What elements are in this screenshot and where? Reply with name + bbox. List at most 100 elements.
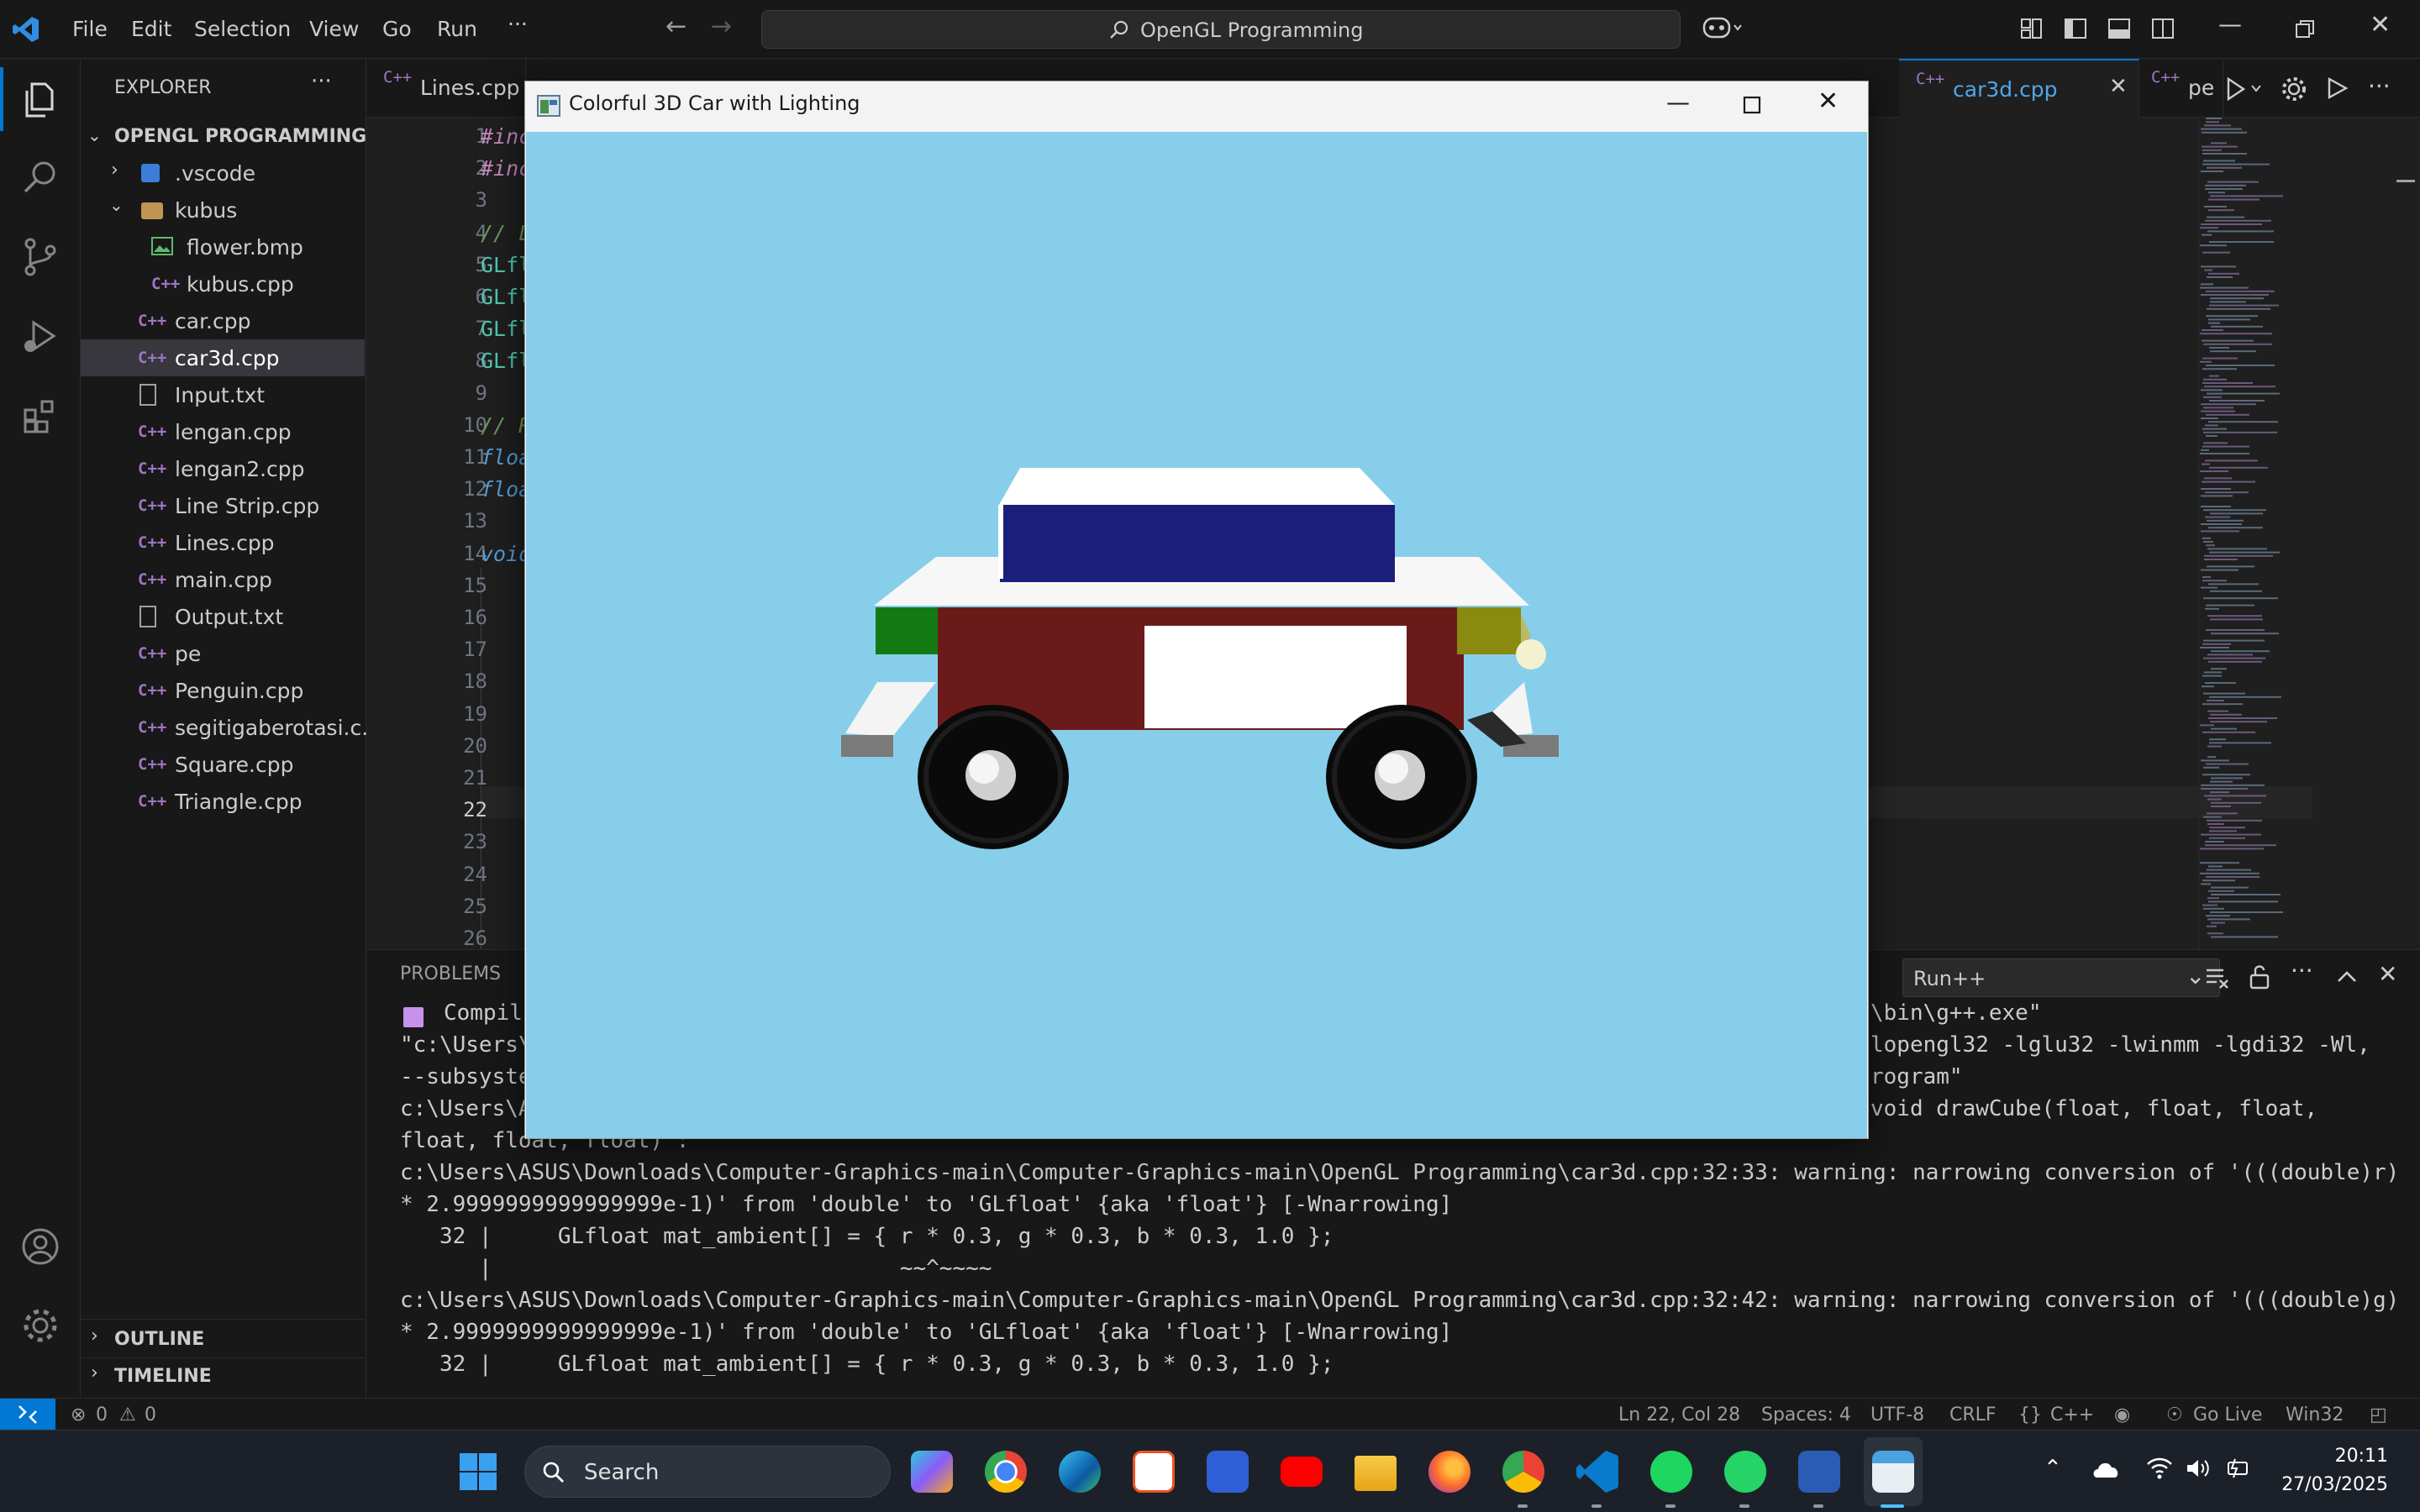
remote-indicator[interactable] [0, 1399, 55, 1430]
wifi-icon[interactable] [2146, 1456, 2173, 1481]
go-live-button[interactable]: Go Live [2193, 1404, 2262, 1425]
source-control-icon[interactable] [20, 237, 60, 277]
menu-more[interactable]: ··· [508, 12, 528, 36]
tree-item-penguin[interactable]: C++ Penguin.cpp [81, 672, 365, 709]
end-of-line[interactable]: CRLF [1949, 1404, 1996, 1425]
close-window-icon[interactable]: ✕ [2370, 10, 2391, 39]
customize-layout-icon[interactable] [2020, 17, 2044, 40]
copilot-icon[interactable] [1702, 15, 1743, 42]
extensions-icon[interactable] [20, 395, 60, 435]
explorer-more-icon[interactable]: ··· [311, 69, 332, 94]
menu-view[interactable]: View [309, 17, 359, 41]
minimize-icon[interactable]: — [2218, 10, 2242, 38]
restore-icon[interactable] [2294, 18, 2316, 40]
gl-close-icon[interactable]: ✕ [1818, 87, 1839, 116]
onedrive-icon[interactable] [2091, 1457, 2121, 1479]
edge-icon[interactable] [1059, 1451, 1101, 1493]
firefox-icon[interactable] [1428, 1451, 1470, 1493]
tree-item-square[interactable]: C++ Square.cpp [81, 746, 365, 783]
platform[interactable]: Win32 [2286, 1404, 2344, 1425]
file-explorer-icon[interactable] [1355, 1456, 1397, 1491]
mathtype-icon[interactable] [1207, 1451, 1249, 1493]
tree-item-input[interactable]: Input.txt [81, 376, 365, 413]
run-debug-dropdown-icon[interactable] [2225, 76, 2265, 102]
close-tab-icon[interactable]: ✕ [2109, 74, 2128, 99]
menu-run[interactable]: Run [437, 17, 477, 41]
tab-problems[interactable]: PROBLEMS [400, 963, 501, 984]
lock-icon[interactable] [2249, 963, 2270, 990]
tree-item-main[interactable]: C++ main.cpp [81, 561, 365, 598]
timeline-section[interactable]: › TIMELINE [81, 1357, 365, 1394]
copilot-status-icon[interactable]: ◉ [2114, 1404, 2130, 1425]
run-code-icon[interactable] [2324, 76, 2349, 101]
volume-icon[interactable] [2185, 1456, 2210, 1481]
tab-pe[interactable]: C++ pe [2139, 59, 2223, 118]
menu-edit[interactable]: Edit [131, 17, 171, 41]
gl-maximize-icon[interactable] [1742, 95, 1762, 115]
settings-gear-icon[interactable] [2281, 76, 2307, 102]
project-folder[interactable]: ⌄ OPENGL PROGRAMMING [81, 118, 366, 155]
tree-item-flower[interactable]: flower.bmp [81, 228, 365, 265]
opengl-canvas[interactable] [526, 132, 1867, 1138]
youtube-icon[interactable] [1281, 1457, 1323, 1487]
tree-item-lines[interactable]: C++ Lines.cpp [81, 524, 365, 561]
command-center-search[interactable]: OpenGL Programming [761, 10, 1681, 49]
toggle-sidebar-icon[interactable] [2064, 17, 2087, 40]
close-panel-icon[interactable]: ✕ [2378, 960, 2397, 988]
word-icon[interactable] [1798, 1451, 1840, 1493]
file-encoding[interactable]: UTF-8 [1870, 1404, 1924, 1425]
back-arrow-icon[interactable]: ← [666, 12, 687, 41]
tab-car3d-cpp-active[interactable]: C++ car3d.cpp ✕ [1899, 59, 2139, 118]
spotify-icon[interactable] [1650, 1451, 1692, 1493]
microsoft-store-icon[interactable] [1133, 1451, 1175, 1493]
taskbar-search[interactable]: Search [524, 1446, 891, 1498]
tree-item-car3d-selected[interactable]: C++ car3d.cpp [81, 339, 365, 376]
more-actions-icon[interactable]: ··· [2368, 72, 2391, 100]
menu-go[interactable]: Go [382, 17, 412, 41]
battery-charging-icon[interactable] [2223, 1456, 2250, 1481]
tree-item-car[interactable]: C++ car.cpp [81, 302, 365, 339]
tab-lines-cpp[interactable]: C++ Lines.cpp [366, 59, 526, 118]
toggle-panel-icon[interactable] [2107, 17, 2131, 40]
language-mode[interactable]: C++ [2050, 1404, 2094, 1425]
warning-count[interactable]: 0 [145, 1404, 156, 1425]
vscode-taskbar-icon[interactable] [1576, 1451, 1618, 1493]
maximize-panel-icon[interactable] [2336, 967, 2358, 987]
explorer-icon[interactable] [20, 79, 60, 119]
copilot-app-icon[interactable] [911, 1451, 953, 1493]
tree-item-line-strip[interactable]: C++ Line Strip.cpp [81, 487, 365, 524]
indentation[interactable]: Spaces: 4 [1761, 1404, 1851, 1425]
chrome-icon[interactable] [985, 1451, 1027, 1493]
search-sidebar-icon[interactable] [20, 158, 60, 198]
tree-item-segitiga[interactable]: C++ segitigaberotasi.c... [81, 709, 381, 746]
outline-section[interactable]: › OUTLINE [81, 1320, 365, 1357]
tree-item-vscode[interactable]: › .vscode [81, 155, 365, 192]
menu-file[interactable]: File [72, 17, 108, 41]
notifications-bell-icon[interactable]: ◰ [2370, 1404, 2387, 1425]
clock-date[interactable]: 27/03/2025 [2269, 1474, 2388, 1495]
manage-gear-icon[interactable] [20, 1305, 60, 1346]
accounts-icon[interactable] [20, 1226, 60, 1267]
windows-start-icon[interactable] [459, 1452, 497, 1491]
whatsapp-icon[interactable] [1724, 1451, 1766, 1493]
clear-terminal-icon[interactable] [2205, 965, 2230, 990]
cursor-position[interactable]: Ln 22, Col 28 [1618, 1404, 1740, 1425]
tree-item-lengan2[interactable]: C++ lengan2.cpp [81, 450, 365, 487]
tree-item-output[interactable]: Output.txt [81, 598, 365, 635]
tree-item-kubus-cpp[interactable]: C++ kubus.cpp [81, 265, 365, 302]
more-panel-actions-icon[interactable]: ··· [2291, 957, 2313, 984]
opengl-window[interactable]: Colorful 3D Car with Lighting — ✕ [524, 81, 1869, 1139]
chrome-profile-icon[interactable] [1502, 1451, 1544, 1493]
run-debug-icon[interactable] [20, 316, 60, 356]
tray-chevron-up-icon[interactable]: ⌃ [2044, 1456, 2062, 1481]
opengl-app-icon[interactable] [1872, 1451, 1914, 1493]
menu-selection[interactable]: Selection [194, 17, 291, 41]
tree-item-triangle[interactable]: C++ Triangle.cpp [81, 783, 365, 820]
toggle-secondary-sidebar-icon[interactable] [2151, 17, 2175, 40]
tree-item-kubus[interactable]: ⌄ kubus [81, 192, 365, 228]
error-count[interactable]: 0 [96, 1404, 108, 1425]
gl-minimize-icon[interactable]: — [1666, 88, 1690, 116]
forward-arrow-icon[interactable]: → [711, 12, 732, 41]
terminal-select[interactable]: Run++ ⌄ [1902, 958, 2220, 997]
clock-time[interactable]: 20:11 [2287, 1446, 2388, 1467]
